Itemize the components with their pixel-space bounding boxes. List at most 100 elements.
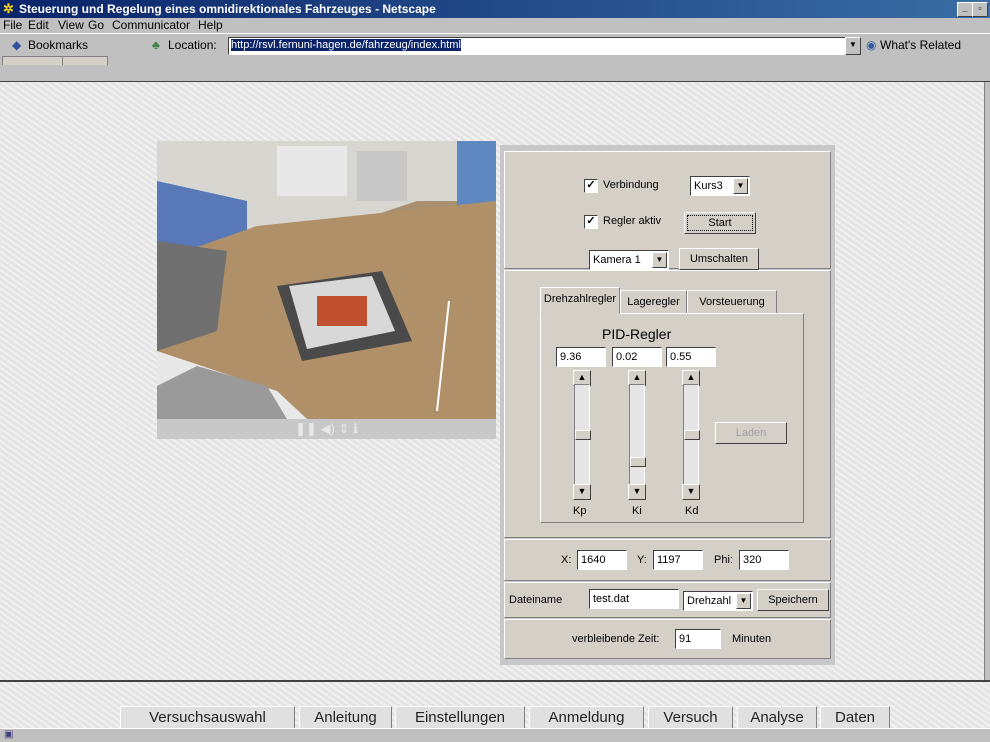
time-unit: Minuten [732,633,772,645]
y-label: Y: [637,554,647,566]
kd-slider-track[interactable] [683,384,700,488]
pid-tab-content: PID-Regler 9.36 0.02 0.55 ▲ ▼ ▲ ▼ ▲ ▼ Kp… [540,313,804,523]
menu-view[interactable]: View [58,18,84,32]
menu-file[interactable]: File [3,18,22,32]
menu-go[interactable]: Go [88,18,104,32]
kp-slider[interactable]: ▲ ▼ [573,370,591,500]
umschalten-button[interactable]: Umschalten [679,248,759,270]
nav-versuchsauswahl[interactable]: Versuchsauswahl [120,706,295,730]
menu-edit[interactable]: Edit [28,18,49,32]
tab-row: Drehzahlregler Lageregler Vorsteuerung [540,287,805,314]
arrow-down-icon[interactable]: ▼ [682,484,700,500]
location-icon: ♣ [152,38,160,52]
whats-related-icon: ◉ [866,38,877,52]
status-bar: ▣ [0,728,990,742]
ki-slider-track[interactable] [629,384,646,488]
verbindung-checkbox[interactable]: ✓ [584,179,598,193]
tab-lageregler[interactable]: Lageregler [620,290,687,314]
kp-slider-thumb[interactable] [575,430,591,440]
nav-daten[interactable]: Daten [820,706,890,730]
time-field: 91 [675,629,721,649]
chevron-down-icon: ▼ [652,252,667,268]
kamera-select[interactable]: Kamera 1 ▼ [589,250,669,270]
location-label: Location: [168,38,217,52]
regler-checkbox[interactable]: ✓ [584,215,598,229]
arrow-down-icon[interactable]: ▼ [573,484,591,500]
connection-panel: ✓ Verbindung Kurs3 ▼ ✓ Regler aktiv Star… [504,151,831,270]
start-button[interactable]: Start [684,212,756,234]
kp-slider-track[interactable] [574,384,591,488]
minimize-icon[interactable]: _ [957,2,973,17]
chevron-down-icon: ▼ [733,178,748,194]
volume-icon[interactable]: ◀) [320,421,334,436]
time-label: verbleibende Zeit: [572,633,660,645]
controller-panel: Drehzahlregler Lageregler Vorsteuerung P… [504,270,831,538]
kd-slider-thumb[interactable] [684,430,700,440]
camera-view: ❚❚ ◀) ⇕ ℹ [157,141,496,439]
tab-drehzahlregler[interactable]: Drehzahlregler [540,287,620,314]
nav-einstellungen[interactable]: Einstellungen [395,706,525,730]
tab-vorsteuerung[interactable]: Vorsteuerung [687,290,777,314]
pause-icon[interactable]: ❚❚ [295,421,317,436]
nav-versuch[interactable]: Versuch [648,706,733,730]
camera-image [157,141,496,419]
filename-input[interactable]: test.dat [589,589,679,609]
window-title-bar: ✲ Steuerung und Regelung eines omnidirek… [0,0,990,18]
time-panel: verbleibende Zeit: 91 Minuten [504,619,831,659]
kurs-select[interactable]: Kurs3 ▼ [690,176,750,196]
url-dropdown-icon[interactable]: ▼ [845,37,861,55]
nav-analyse[interactable]: Analyse [737,706,817,730]
kamera-select-value: Kamera 1 [593,254,641,266]
toolbar-tab-strip [0,55,990,65]
menu-help[interactable]: Help [198,18,223,32]
menu-communicator[interactable]: Communicator [112,18,190,32]
filename-label: Dateiname [509,594,563,606]
toolbar-tab[interactable] [2,56,64,65]
location-toolbar: ◆ Bookmarks ♣ Location: http://rsvl.fern… [0,33,990,55]
y-field[interactable]: 1197 [653,550,703,570]
arrow-down-icon[interactable]: ▼ [628,484,646,500]
menu-bar: File Edit View Go Communicator Help [0,18,990,33]
pid-title: PID-Regler [602,326,672,342]
camera-controls: ❚❚ ◀) ⇕ ℹ [157,419,496,439]
security-icon: ▣ [4,729,14,740]
phi-field[interactable]: 320 [739,550,789,570]
control-panel: ✓ Verbindung Kurs3 ▼ ✓ Regler aktiv Star… [500,145,835,665]
kp-input[interactable]: 9.36 [556,347,606,367]
url-input[interactable]: http://rsvl.fernuni-hagen.de/fahrzeug/in… [228,37,851,55]
chevron-down-icon: ▼ [736,593,751,609]
window-title: Steuerung und Regelung eines omnidirekti… [19,2,436,16]
verbindung-label: Verbindung [603,179,659,191]
kd-slider[interactable]: ▲ ▼ [682,370,700,500]
url-text: http://rsvl.fernuni-hagen.de/fahrzeug/in… [231,39,461,51]
type-select[interactable]: Drehzahl ▼ [683,591,753,611]
ki-slider[interactable]: ▲ ▼ [628,370,646,500]
whats-related-button[interactable]: What's Related [880,38,961,52]
file-panel: Dateiname test.dat Drehzahl ▼ Speichern [504,582,831,618]
kd-input[interactable]: 0.55 [666,347,716,367]
kp-label: Kp [573,505,587,517]
x-label: X: [561,554,572,566]
phi-label: Phi: [714,554,733,566]
position-panel: X: 1640 Y: 1197 Phi: 320 [504,539,831,581]
nav-anleitung[interactable]: Anleitung [299,706,392,730]
kurs-select-value: Kurs3 [694,180,723,192]
vertical-scrollbar[interactable] [984,82,990,680]
zoom-icon[interactable]: ⇕ [338,421,349,436]
kd-label: Kd [685,505,699,517]
regler-label: Regler aktiv [603,215,662,227]
bookmarks-icon: ◆ [12,38,22,52]
laden-button[interactable]: Laden [715,422,787,444]
bottom-navigation: Versuchsauswahl Anleitung Einstellungen … [0,680,990,730]
save-button[interactable]: Speichern [757,589,829,611]
bookmarks-button[interactable]: Bookmarks [28,38,88,52]
maximize-icon[interactable]: ▫ [972,2,988,17]
ki-slider-thumb[interactable] [630,457,646,467]
nav-anmeldung[interactable]: Anmeldung [529,706,644,730]
ki-label: Ki [632,505,642,517]
netscape-icon: ✲ [3,1,14,16]
x-field[interactable]: 1640 [577,550,627,570]
toolbar-tab[interactable] [62,56,108,65]
info-icon[interactable]: ℹ [353,421,358,436]
ki-input[interactable]: 0.02 [612,347,662,367]
